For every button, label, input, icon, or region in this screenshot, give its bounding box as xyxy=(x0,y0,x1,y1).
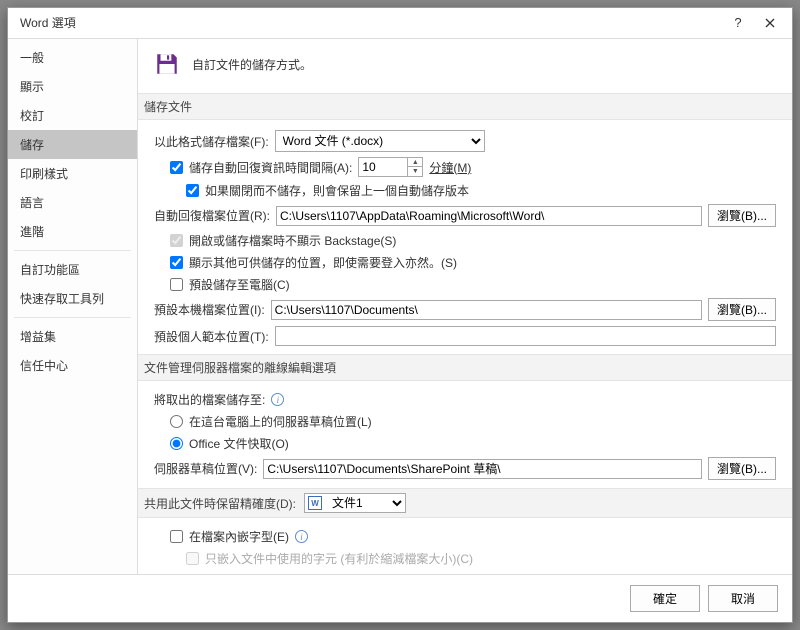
section-fidelity: 共用此文件時保留精確度(D): W 文件1 xyxy=(138,488,792,518)
autosave-interval-input[interactable] xyxy=(358,157,408,177)
autosave-interval-spinner[interactable]: ▲ ▼ xyxy=(358,157,423,177)
page-heading: 自訂文件的儲存方式。 xyxy=(192,56,312,73)
embed-used-only-label: 只嵌入文件中使用的字元 (有利於縮減檔案大小)(C) xyxy=(205,550,473,567)
info-icon[interactable]: i xyxy=(295,530,308,543)
server-draft-browse-button[interactable]: 瀏覽(B)... xyxy=(708,457,776,480)
sidebar-item-general[interactable]: 一般 xyxy=(8,43,137,72)
cancel-button[interactable]: 取消 xyxy=(708,585,778,612)
keep-last-autosave-label: 如果關閉而不儲存，則會保留上一個自動儲存版本 xyxy=(205,182,469,199)
sidebar: 一般 顯示 校訂 儲存 印刷樣式 語言 進階 自訂功能區 快速存取工具列 增益集… xyxy=(8,39,138,574)
checkout-label: 將取出的檔案儲存至: xyxy=(154,391,265,408)
radio-office-cache[interactable] xyxy=(170,437,183,450)
show-other-loc-label: 顯示其他可供儲存的位置，即使需要登入亦然。(S) xyxy=(189,254,457,271)
sidebar-item-advanced[interactable]: 進階 xyxy=(8,217,137,246)
show-other-loc-checkbox[interactable] xyxy=(170,256,183,269)
dialog-title: Word 選項 xyxy=(20,14,76,31)
no-backstage-label: 開啟或儲存檔案時不顯示 Backstage(S) xyxy=(189,232,396,249)
word-options-dialog: Word 選項 ? 一般 顯示 校訂 儲存 印刷樣式 語言 進階 自訂功能區 快… xyxy=(7,7,793,623)
sidebar-item-save[interactable]: 儲存 xyxy=(8,130,137,159)
default-to-pc-label: 預設儲存至電腦(C) xyxy=(189,276,290,293)
default-local-browse-button[interactable]: 瀏覽(B)... xyxy=(708,298,776,321)
server-draft-loc-label: 伺服器草稿位置(V): xyxy=(154,460,257,477)
ok-button[interactable]: 確定 xyxy=(630,585,700,612)
save-icon xyxy=(154,51,180,77)
section-fidelity-label: 共用此文件時保留精確度(D): xyxy=(144,495,296,512)
autorecover-loc-label: 自動回復檔案位置(R): xyxy=(154,207,270,224)
fidelity-doc-select[interactable]: 文件1 xyxy=(325,494,405,512)
default-tmpl-loc-label: 預設個人範本位置(T): xyxy=(154,328,269,345)
dialog-footer: 確定 取消 xyxy=(8,574,792,622)
sidebar-item-proofing[interactable]: 校訂 xyxy=(8,101,137,130)
radio-office-cache-label: Office 文件快取(O) xyxy=(189,435,289,452)
embed-used-only-checkbox xyxy=(186,552,199,565)
keep-last-autosave-checkbox[interactable] xyxy=(186,184,199,197)
radio-server-draft-label: 在這台電腦上的伺服器草稿位置(L) xyxy=(189,413,372,430)
default-to-pc-checkbox[interactable] xyxy=(170,278,183,291)
close-icon xyxy=(765,18,775,28)
spinner-up[interactable]: ▲ xyxy=(408,158,422,167)
sidebar-item-addins[interactable]: 增益集 xyxy=(8,322,137,351)
default-local-loc-input[interactable] xyxy=(271,300,702,320)
autosave-checkbox[interactable] xyxy=(170,161,183,174)
sidebar-item-language[interactable]: 語言 xyxy=(8,188,137,217)
close-button[interactable] xyxy=(754,11,786,35)
autosave-minutes-label: 分鐘(M) xyxy=(429,159,471,176)
titlebar: Word 選項 ? xyxy=(8,8,792,38)
autorecover-browse-button[interactable]: 瀏覽(B)... xyxy=(708,204,776,227)
save-format-select[interactable]: Word 文件 (*.docx) xyxy=(275,130,485,152)
sidebar-item-customize-ribbon[interactable]: 自訂功能區 xyxy=(8,255,137,284)
embed-fonts-checkbox[interactable] xyxy=(170,530,183,543)
sidebar-item-display[interactable]: 顯示 xyxy=(8,72,137,101)
format-label: 以此格式儲存檔案(F): xyxy=(154,133,269,150)
radio-server-draft[interactable] xyxy=(170,415,183,428)
sidebar-item-qat[interactable]: 快速存取工具列 xyxy=(8,284,137,313)
info-icon[interactable]: i xyxy=(271,393,284,406)
server-draft-loc-input[interactable] xyxy=(263,459,702,479)
sidebar-separator xyxy=(14,317,131,318)
default-tmpl-loc-input[interactable] xyxy=(275,326,776,346)
help-button[interactable]: ? xyxy=(722,11,754,35)
embed-fonts-label: 在檔案內嵌字型(E) xyxy=(189,528,289,545)
autorecover-loc-input[interactable] xyxy=(276,206,702,226)
section-save-documents: 儲存文件 xyxy=(138,93,792,120)
sidebar-separator xyxy=(14,250,131,251)
main-panel: 自訂文件的儲存方式。 儲存文件 以此格式儲存檔案(F): Word 文件 (*.… xyxy=(138,39,792,574)
sidebar-item-typography[interactable]: 印刷樣式 xyxy=(8,159,137,188)
spinner-down[interactable]: ▼ xyxy=(408,167,422,176)
default-local-loc-label: 預設本機檔案位置(I): xyxy=(154,301,265,318)
section-offline-editing: 文件管理伺服器檔案的離線編輯選項 xyxy=(138,354,792,381)
no-backstage-checkbox[interactable] xyxy=(170,234,183,247)
autosave-label: 儲存自動回復資訊時間間隔(A): xyxy=(189,159,352,176)
document-icon: W xyxy=(308,496,322,510)
sidebar-item-trust-center[interactable]: 信任中心 xyxy=(8,351,137,380)
